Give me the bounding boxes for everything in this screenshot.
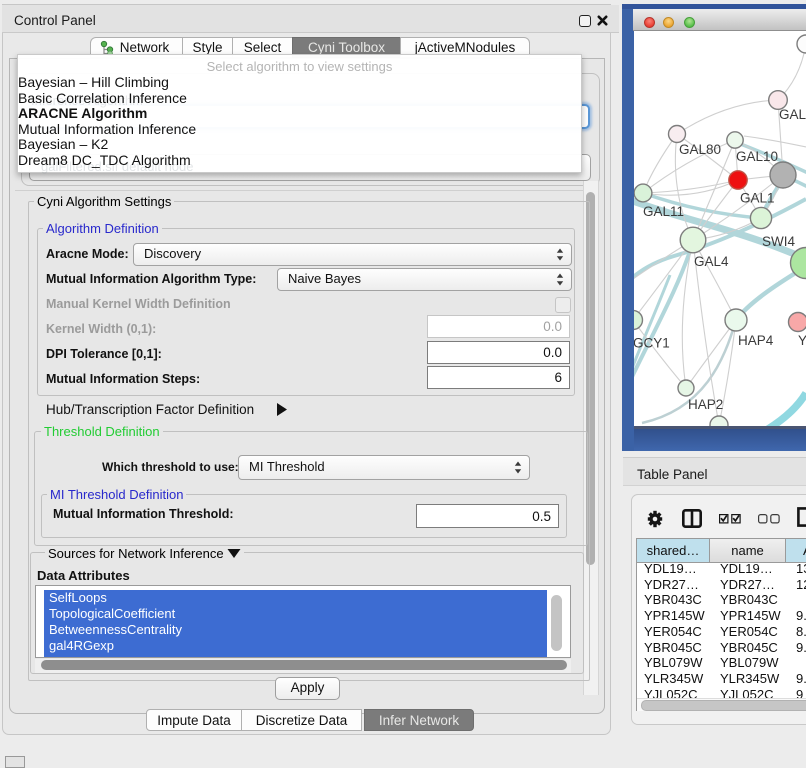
- svg-text:HAP2: HAP2: [688, 397, 723, 412]
- svg-text:GAL: GAL: [779, 107, 806, 122]
- svg-text:Y: Y: [798, 333, 806, 348]
- svg-text:GCY1: GCY1: [634, 336, 670, 351]
- svg-text:GAL10: GAL10: [736, 149, 778, 164]
- svg-text:GAL11: GAL11: [643, 204, 684, 219]
- svg-text:GAL1: GAL1: [740, 191, 775, 206]
- svg-text:HAP4: HAP4: [738, 333, 774, 348]
- svg-text:GAL80: GAL80: [679, 142, 721, 157]
- svg-text:SWI4: SWI4: [762, 234, 795, 249]
- svg-text:GAL4: GAL4: [694, 254, 729, 269]
